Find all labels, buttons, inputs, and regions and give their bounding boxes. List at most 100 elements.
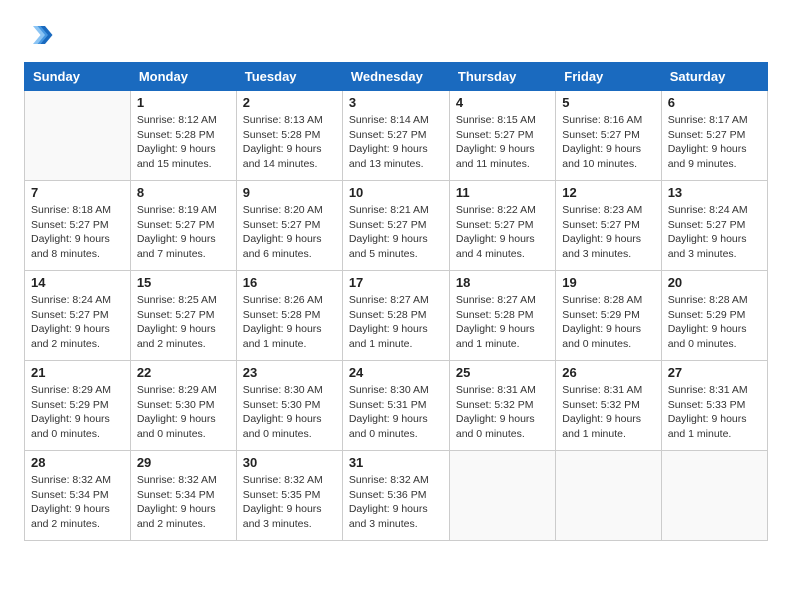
day-info: Sunrise: 8:25 AMSunset: 5:27 PMDaylight:… xyxy=(137,293,230,352)
day-info: Sunrise: 8:26 AMSunset: 5:28 PMDaylight:… xyxy=(243,293,336,352)
calendar-cell: 22Sunrise: 8:29 AMSunset: 5:30 PMDayligh… xyxy=(130,361,236,451)
sunset-info: Sunset: 5:34 PM xyxy=(31,489,109,501)
sunrise-info: Sunrise: 8:13 AM xyxy=(243,114,323,126)
sunrise-info: Sunrise: 8:31 AM xyxy=(668,384,748,396)
calendar-cell: 25Sunrise: 8:31 AMSunset: 5:32 PMDayligh… xyxy=(449,361,555,451)
calendar-cell: 26 Sunrise: 8:31 AMSunset: 5:32 PMDayligh… xyxy=(556,361,661,451)
day-info: Sunrise: 8:31 AMSunset: 5:32 PMDaylight:… xyxy=(562,383,654,442)
calendar-cell: 9Sunrise: 8:20 AMSunset: 5:27 PMDaylight… xyxy=(236,181,342,271)
sunset-info: Sunset: 5:27 PM xyxy=(31,219,109,231)
daylight-info: Daylight: 9 hours and 5 minutes. xyxy=(349,233,428,260)
weekday-header: Wednesday xyxy=(342,63,449,91)
day-info: Sunrise: 8:29 AMSunset: 5:30 PMDaylight:… xyxy=(137,383,230,442)
sunset-info: Sunset: 5:27 PM xyxy=(456,129,534,141)
weekday-header: Sunday xyxy=(25,63,131,91)
sunrise-info: Sunrise: 8:21 AM xyxy=(349,204,429,216)
sunrise-info: Sunrise: 8:27 AM xyxy=(456,294,536,306)
day-number: 31 xyxy=(349,455,443,470)
day-info: Sunrise: 8:32 AMSunset: 5:34 PMDaylight:… xyxy=(31,473,124,532)
day-info: Sunrise: 8:22 AM Sunset: 5:27 PM Daylight:… xyxy=(456,203,549,262)
daylight-info: Daylight: 9 hours and 8 minutes. xyxy=(31,233,110,260)
day-number: 2 xyxy=(243,95,336,110)
day-info: Sunrise: 8:27 AM Sunset: 5:28 PM Daylight:… xyxy=(456,293,549,352)
day-number: 19 xyxy=(562,275,654,290)
weekday-header: Friday xyxy=(556,63,661,91)
day-info: Sunrise: 8:13 AM Sunset: 5:28 PM Daylight:… xyxy=(243,113,336,172)
calendar-cell: 30 Sunrise: 8:32 AMSunset: 5:35 PMDayligh… xyxy=(236,451,342,541)
calendar-cell: 2 Sunrise: 8:13 AM Sunset: 5:28 PM Daylight… xyxy=(236,91,342,181)
day-number: 15 xyxy=(137,275,230,290)
sunset-info: Sunset: 5:28 PM xyxy=(243,129,321,141)
sunrise-info: Sunrise: 8:25 AM xyxy=(137,294,217,306)
sunset-info: Sunset: 5:28 PM xyxy=(456,309,534,321)
day-info: Sunrise: 8:28 AMSunset: 5:29 PMDaylight:… xyxy=(562,293,654,352)
sunset-info: Sunset: 5:30 PM xyxy=(243,399,321,411)
day-info: Sunrise: 8:28 AMSunset: 5:29 PMDaylight:… xyxy=(668,293,761,352)
calendar-cell: 16Sunrise: 8:26 AMSunset: 5:28 PMDayligh… xyxy=(236,271,342,361)
sunrise-info: Sunrise: 8:12 AM xyxy=(137,114,217,126)
day-number: 1 xyxy=(137,95,230,110)
sunset-info: Sunset: 5:32 PM xyxy=(456,399,534,411)
day-number: 7 xyxy=(31,185,124,200)
daylight-info: Daylight: 9 hours and 0 minutes. xyxy=(137,413,216,440)
sunrise-info: Sunrise: 8:31 AM xyxy=(562,384,642,396)
day-number: 26 xyxy=(562,365,654,380)
sunset-info: Sunset: 5:28 PM xyxy=(137,129,215,141)
daylight-info: Daylight: 9 hours and 0 minutes. xyxy=(349,413,428,440)
day-number: 29 xyxy=(137,455,230,470)
daylight-info: Daylight: 9 hours and 1 minute. xyxy=(349,323,428,350)
sunset-info: Sunset: 5:28 PM xyxy=(349,309,427,321)
calendar-week-row: 28Sunrise: 8:32 AMSunset: 5:34 PMDayligh… xyxy=(25,451,768,541)
day-info: Sunrise: 8:30 AMSunset: 5:30 PMDaylight:… xyxy=(243,383,336,442)
weekday-header: Tuesday xyxy=(236,63,342,91)
day-info: Sunrise: 8:23 AMSunset: 5:27 PMDaylight:… xyxy=(562,203,654,262)
daylight-info: Daylight: 9 hours and 14 minutes. xyxy=(243,143,322,170)
daylight-info: Daylight: 9 hours and 13 minutes. xyxy=(349,143,428,170)
day-info: Sunrise: 8:27 AMSunset: 5:28 PMDaylight:… xyxy=(349,293,443,352)
day-info: Sunrise: 8:32 AMSunset: 5:34 PMDaylight:… xyxy=(137,473,230,532)
day-info: Sunrise: 8:24 AMSunset: 5:27 PMDaylight:… xyxy=(668,203,761,262)
sunrise-info: Sunrise: 8:20 AM xyxy=(243,204,323,216)
sunset-info: Sunset: 5:27 PM xyxy=(456,219,534,231)
daylight-info: Daylight: 9 hours and 0 minutes. xyxy=(243,413,322,440)
daylight-info: Daylight: 9 hours and 4 minutes. xyxy=(456,233,535,260)
sunset-info: Sunset: 5:29 PM xyxy=(31,399,109,411)
day-number: 20 xyxy=(668,275,761,290)
day-number: 18 xyxy=(456,275,549,290)
day-info: Sunrise: 8:24 AMSunset: 5:27 PMDaylight:… xyxy=(31,293,124,352)
sunrise-info: Sunrise: 8:23 AM xyxy=(562,204,642,216)
calendar-cell: 14Sunrise: 8:24 AMSunset: 5:27 PMDayligh… xyxy=(25,271,131,361)
day-info: Sunrise: 8:30 AMSunset: 5:31 PMDaylight:… xyxy=(349,383,443,442)
calendar-cell: 23Sunrise: 8:30 AMSunset: 5:30 PMDayligh… xyxy=(236,361,342,451)
sunset-info: Sunset: 5:27 PM xyxy=(243,219,321,231)
calendar-cell xyxy=(449,451,555,541)
daylight-info: Daylight: 9 hours and 2 minutes. xyxy=(137,503,216,530)
day-info: Sunrise: 8:18 AMSunset: 5:27 PMDaylight:… xyxy=(31,203,124,262)
calendar-cell: 6Sunrise: 8:17 AMSunset: 5:27 PMDaylight… xyxy=(661,91,767,181)
daylight-info: Daylight: 9 hours and 3 minutes. xyxy=(349,503,428,530)
sunrise-info: Sunrise: 8:30 AM xyxy=(349,384,429,396)
daylight-info: Daylight: 9 hours and 0 minutes. xyxy=(456,413,535,440)
day-number: 30 xyxy=(243,455,336,470)
day-number: 8 xyxy=(137,185,230,200)
sunrise-info: Sunrise: 8:31 AM xyxy=(456,384,536,396)
day-number: 12 xyxy=(562,185,654,200)
weekday-row: SundayMondayTuesdayWednesdayThursdayFrid… xyxy=(25,63,768,91)
sunset-info: Sunset: 5:30 PM xyxy=(137,399,215,411)
day-number: 27 xyxy=(668,365,761,380)
day-info: Sunrise: 8:32 AMSunset: 5:35 PMDaylight:… xyxy=(243,473,336,532)
sunset-info: Sunset: 5:35 PM xyxy=(243,489,321,501)
daylight-info: Daylight: 9 hours and 3 minutes. xyxy=(562,233,641,260)
sunrise-info: Sunrise: 8:22 AM xyxy=(456,204,536,216)
calendar-cell: 5Sunrise: 8:16 AMSunset: 5:27 PMDaylight… xyxy=(556,91,661,181)
day-info: Sunrise: 8:20 AMSunset: 5:27 PMDaylight:… xyxy=(243,203,336,262)
day-info: Sunrise: 8:12 AMSunset: 5:28 PMDaylight:… xyxy=(137,113,230,172)
sunrise-info: Sunrise: 8:28 AM xyxy=(562,294,642,306)
calendar-cell: 17Sunrise: 8:27 AMSunset: 5:28 PMDayligh… xyxy=(342,271,449,361)
daylight-info: Daylight: 9 hours and 1 minute. xyxy=(456,323,535,350)
sunset-info: Sunset: 5:27 PM xyxy=(349,219,427,231)
day-info: Sunrise: 8:16 AMSunset: 5:27 PMDaylight:… xyxy=(562,113,654,172)
daylight-info: Daylight: 9 hours and 3 minutes. xyxy=(668,233,747,260)
daylight-info: Daylight: 9 hours and 0 minutes. xyxy=(31,413,110,440)
daylight-info: Daylight: 9 hours and 0 minutes. xyxy=(562,323,641,350)
